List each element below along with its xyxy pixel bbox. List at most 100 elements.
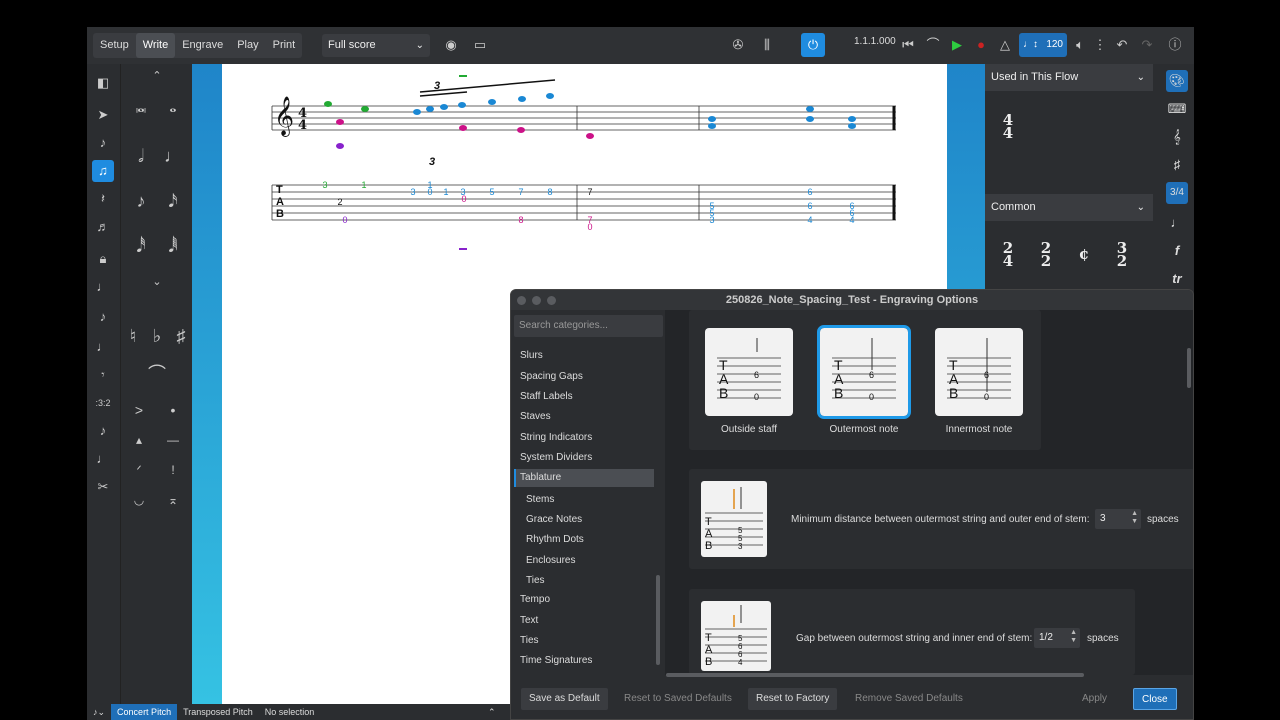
grace-note-icon[interactable]: ♩ bbox=[92, 276, 114, 298]
close-button[interactable]: Close bbox=[1133, 688, 1177, 710]
eighth-note-icon[interactable]: ♪ bbox=[129, 189, 153, 213]
keyboard-icon[interactable]: ⌨ bbox=[1166, 98, 1188, 120]
gap-stepper[interactable]: 1/2 ▲ ▼ bbox=[1034, 628, 1080, 648]
time-signature-2-4[interactable]: 24 bbox=[999, 241, 1017, 269]
tuplet-icon[interactable]: :3:2 bbox=[92, 392, 114, 414]
stepper-arrows-icon[interactable]: ▲ ▼ bbox=[1131, 510, 1138, 526]
redo-icon[interactable]: ↷ bbox=[1137, 36, 1157, 54]
category-ties[interactable]: Ties bbox=[514, 632, 654, 650]
time-signature-4-4[interactable]: 44 bbox=[999, 113, 1017, 141]
collapse-caret-icon[interactable]: ⌃ bbox=[482, 704, 502, 720]
category-search-input[interactable]: Search categories... bbox=[514, 315, 663, 337]
mode-engrave[interactable]: Engrave bbox=[175, 33, 230, 58]
clef-icon[interactable]: 𝄞 bbox=[1166, 126, 1188, 148]
category-time-signatures[interactable]: Time Signatures bbox=[514, 652, 654, 670]
panel-toggle-icon[interactable]: ◧ bbox=[92, 72, 114, 94]
half-note-icon[interactable]: 𝅗𝅥 bbox=[129, 144, 153, 168]
mode-play[interactable]: Play bbox=[230, 33, 265, 58]
category-tab-ties[interactable]: Ties bbox=[514, 572, 654, 590]
mode-setup[interactable]: Setup bbox=[93, 33, 136, 58]
option-card-outermost-note[interactable]: TAB 60 bbox=[817, 325, 911, 419]
sixty-fourth-note-icon[interactable]: 𝅘𝅥𝅱 bbox=[161, 234, 185, 258]
category-slurs[interactable]: Slurs bbox=[514, 347, 654, 365]
grace-slash-icon[interactable]: ♪ bbox=[92, 420, 114, 442]
chevron-down-icon[interactable]: ⌄ bbox=[145, 270, 169, 294]
scissors-icon[interactable]: ✂ bbox=[92, 476, 114, 498]
close-window-icon[interactable] bbox=[517, 296, 526, 305]
category-system-dividers[interactable]: System Dividers bbox=[514, 449, 654, 467]
rest-icon[interactable]: 𝄽 bbox=[92, 188, 114, 210]
staccatissimo-icon[interactable]: ᐟ bbox=[127, 458, 151, 482]
category-enclosures[interactable]: Enclosures bbox=[514, 552, 654, 570]
mixer-icon[interactable]: ⫼ bbox=[757, 36, 777, 54]
min-distance-stepper[interactable]: 3 ▲ ▼ bbox=[1095, 509, 1141, 529]
eye-icon[interactable]: ◉ bbox=[441, 36, 461, 54]
unstress-icon[interactable]: ◡ bbox=[127, 488, 151, 512]
mode-print[interactable]: Print bbox=[266, 33, 303, 58]
stress-icon[interactable]: ǃ bbox=[161, 458, 185, 482]
thirty-second-note-icon[interactable]: 𝅘𝅥𝅰 bbox=[129, 234, 153, 258]
time-signature-icon[interactable]: 3/4 bbox=[1166, 182, 1188, 204]
double-whole-note-icon[interactable]: 𝅜 bbox=[129, 94, 153, 118]
metronome-icon[interactable]: △ bbox=[995, 36, 1015, 54]
record-icon[interactable]: ● bbox=[971, 36, 991, 54]
layout-selector[interactable]: Full score ⌄ bbox=[322, 34, 430, 57]
stepper-arrows-icon[interactable]: ▲ ▼ bbox=[1070, 629, 1077, 645]
save-as-default-button[interactable]: Save as Default bbox=[521, 688, 608, 710]
key-signature-icon[interactable]: ♯ bbox=[1166, 154, 1188, 176]
option-card-outside-staff[interactable]: TAB 60 bbox=[705, 328, 793, 416]
category-spacing-gaps[interactable]: Spacing Gaps bbox=[514, 368, 654, 386]
reset-to-factory-button[interactable]: Reset to Factory bbox=[748, 688, 838, 710]
dynamics-icon[interactable]: f bbox=[1166, 240, 1188, 262]
option-card-innermost-note[interactable]: TAB 60 bbox=[935, 328, 1023, 416]
loop-icon[interactable]: ⌒ bbox=[923, 36, 943, 54]
speaker-icon[interactable]: 🔈︎ bbox=[1070, 36, 1090, 54]
rest-small-icon[interactable]: 𝄾 bbox=[92, 364, 114, 386]
category-string-indicators[interactable]: String Indicators bbox=[514, 429, 654, 447]
power-icon[interactable]: ⏻ bbox=[801, 33, 825, 57]
section-common[interactable]: Common ⌄ bbox=[985, 194, 1153, 221]
category-text[interactable]: Text bbox=[514, 612, 654, 630]
zoom-window-icon[interactable] bbox=[547, 296, 556, 305]
undo-icon[interactable]: ↶ bbox=[1112, 36, 1132, 54]
more-icon[interactable]: ⋮ bbox=[1090, 36, 1110, 54]
category-scrollbar[interactable] bbox=[656, 575, 660, 665]
mode-write[interactable]: Write bbox=[135, 33, 176, 58]
category-stems[interactable]: Stems bbox=[514, 491, 654, 509]
time-signature-2-2[interactable]: 22 bbox=[1037, 241, 1055, 269]
apply-button[interactable]: Apply bbox=[1074, 688, 1115, 710]
whole-note-icon[interactable]: 𝅝 bbox=[161, 94, 185, 118]
palette-icon[interactable]: 🎨︎ bbox=[1166, 70, 1188, 92]
concert-pitch-toggle[interactable]: Concert Pitch bbox=[111, 704, 178, 720]
transposed-pitch-toggle[interactable]: Transposed Pitch bbox=[177, 704, 259, 720]
force-duration-icon[interactable]: ♪ bbox=[92, 306, 114, 328]
staccato-icon[interactable]: • bbox=[161, 398, 185, 422]
hook-icon[interactable]: ♩ bbox=[92, 448, 114, 470]
category-staves[interactable]: Staves bbox=[514, 408, 654, 426]
category-grace-notes[interactable]: Grace Notes bbox=[514, 511, 654, 529]
content-horizontal-scrollbar[interactable] bbox=[666, 673, 1084, 677]
tenuto-icon[interactable]: — bbox=[161, 428, 185, 452]
slur-icon[interactable]: ⌒ bbox=[145, 362, 169, 386]
content-scrollbar[interactable] bbox=[1187, 348, 1191, 388]
dotted-note-icon[interactable]: ♩ bbox=[92, 336, 114, 358]
note-menu-icon[interactable]: ♪⌄ bbox=[87, 704, 111, 720]
sixteenth-note-icon[interactable]: 𝅘𝅥𝅯 bbox=[161, 189, 185, 213]
marcato-icon[interactable]: ▴ bbox=[127, 428, 151, 452]
select-arrow-icon[interactable]: ➤ bbox=[92, 104, 114, 126]
play-icon[interactable]: ▶ bbox=[947, 36, 967, 54]
fermata-icon[interactable]: ⌅ bbox=[161, 488, 185, 512]
lock-icon[interactable]: 🔒︎ bbox=[92, 248, 114, 270]
tempo-icon[interactable]: ♩ bbox=[1166, 212, 1188, 234]
time-signature-3-2[interactable]: 32 bbox=[1113, 241, 1131, 269]
chord-icon[interactable]: ♬ bbox=[92, 216, 114, 238]
tempo-display[interactable]: ♩↕ 120 bbox=[1019, 33, 1067, 57]
category-rhythm-dots[interactable]: Rhythm Dots bbox=[514, 531, 654, 549]
accent-icon[interactable]: > bbox=[127, 398, 151, 422]
help-icon[interactable]: ⓘ bbox=[1165, 36, 1185, 54]
category-tablature[interactable]: Tablature bbox=[514, 469, 654, 487]
chevron-up-icon[interactable]: ⌃ bbox=[145, 64, 169, 88]
minimize-window-icon[interactable] bbox=[532, 296, 541, 305]
natural-icon[interactable]: ♮ bbox=[121, 324, 145, 348]
section-used-in-flow[interactable]: Used in This Flow ⌄ bbox=[985, 64, 1153, 91]
